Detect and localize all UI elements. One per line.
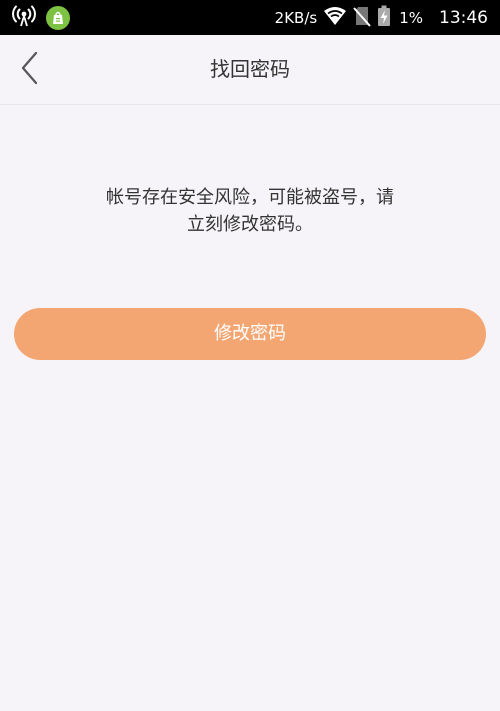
status-left [12,5,70,30]
clock: 13:46 [439,7,488,28]
net-speed: 2KB/s [274,8,318,27]
risk-message-line1: 帐号存在安全风险，可能被盗号，请 [106,187,394,208]
battery-charging-icon [377,5,391,31]
risk-message-line2: 立刻修改密码。 [187,214,313,235]
battery-percent: 1% [399,8,423,27]
chevron-left-icon [19,51,41,89]
page-title: 找回密码 [210,57,290,81]
hotspot-icon [12,5,36,31]
wifi-icon [323,6,347,30]
status-bar: 2KB/s 1% 13:46 [0,0,500,35]
no-sim-icon [353,5,371,31]
status-right: 2KB/s 1% 13:46 [275,0,488,35]
change-password-button[interactable]: 修改密码 [14,308,486,360]
nav-bar: 找回密码 [0,35,500,105]
risk-message: 帐号存在安全风险，可能被盗号，请 立刻修改密码。 [80,184,420,238]
app-store-icon [46,5,70,30]
back-button[interactable] [10,50,50,90]
